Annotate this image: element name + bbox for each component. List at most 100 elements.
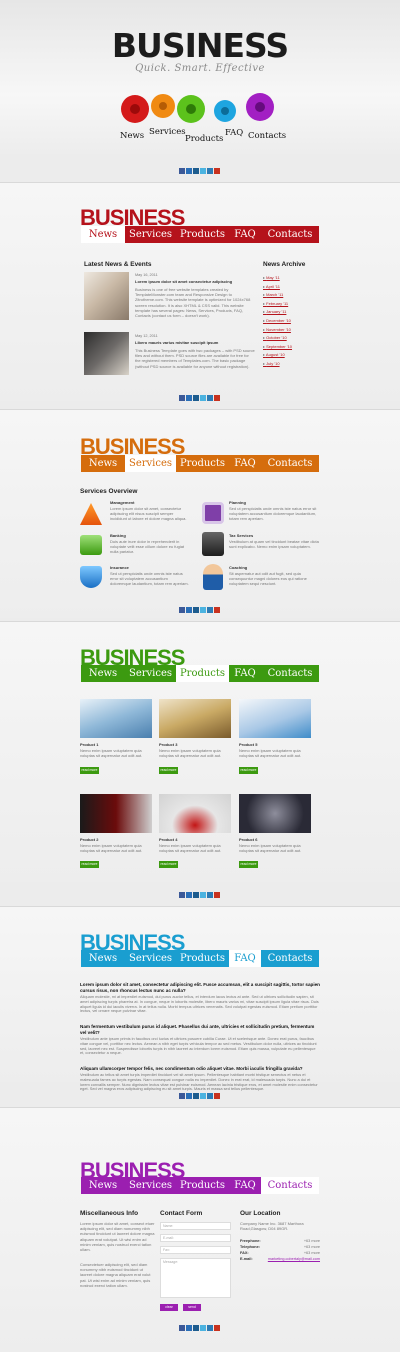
delicious-icon[interactable] — [186, 892, 192, 898]
nav-services[interactable]: Services — [125, 1177, 176, 1194]
nav-contacts[interactable]: Contacts — [261, 1177, 319, 1194]
twitter-icon[interactable] — [200, 607, 206, 613]
facebook-icon[interactable] — [179, 168, 185, 174]
delicious-icon[interactable] — [186, 1093, 192, 1099]
product-image-6[interactable] — [239, 794, 311, 833]
archive-item[interactable]: ▸ October '10 — [263, 335, 323, 344]
product-title-1[interactable]: Product 1 — [80, 742, 98, 747]
facebook-icon[interactable] — [179, 892, 185, 898]
archive-item[interactable]: ▸ November '10 — [263, 327, 323, 336]
twitter-icon[interactable] — [200, 892, 206, 898]
nav-contacts[interactable]: Contacts — [261, 226, 319, 243]
menu-services[interactable]: Services — [149, 127, 186, 137]
archive-item[interactable]: ▸ January '11 — [263, 309, 323, 318]
read-more-button-4[interactable]: read more — [159, 861, 178, 868]
nav-products[interactable]: Products — [176, 950, 229, 967]
archive-item[interactable]: ▸ April '11 — [263, 284, 323, 293]
youtube-icon[interactable] — [214, 395, 220, 401]
menu-news[interactable]: News — [120, 131, 144, 141]
archive-item[interactable]: ▸ March '11 — [263, 292, 323, 301]
read-more-button-5[interactable]: read more — [239, 767, 258, 774]
nav-faq[interactable]: FAQ — [229, 950, 261, 967]
product-title-5[interactable]: Product 5 — [239, 742, 257, 747]
delicious-icon[interactable] — [186, 1325, 192, 1331]
delicious-icon[interactable] — [186, 168, 192, 174]
archive-item[interactable]: ▸ September '10 — [263, 344, 323, 353]
nav-news[interactable]: News — [81, 950, 125, 967]
fax-input[interactable]: Fax: — [160, 1246, 231, 1254]
name-input[interactable]: Name: — [160, 1222, 231, 1230]
linkedin-icon[interactable] — [207, 395, 213, 401]
site-logo[interactable]: BUSINESS — [0, 28, 400, 64]
digg-icon[interactable] — [193, 1325, 199, 1331]
product-image-5[interactable] — [239, 699, 311, 738]
nav-faq[interactable]: FAQ — [229, 665, 261, 682]
product-image-4[interactable] — [159, 794, 231, 833]
archive-item[interactable]: ▸ February '11 — [263, 301, 323, 310]
news-title-1[interactable]: Lorem ipsum dolor sit amet consectetur a… — [135, 279, 255, 284]
nav-services[interactable]: Services — [125, 950, 176, 967]
facebook-icon[interactable] — [179, 607, 185, 613]
linkedin-icon[interactable] — [207, 892, 213, 898]
archive-item[interactable]: ▸ August '10 — [263, 352, 323, 361]
product-image-3[interactable] — [159, 699, 231, 738]
product-image-1[interactable] — [80, 699, 152, 738]
message-textarea[interactable]: Message: — [160, 1258, 231, 1298]
linkedin-icon[interactable] — [207, 607, 213, 613]
nav-contacts[interactable]: Contacts — [261, 950, 319, 967]
nav-services[interactable]: Services — [125, 455, 176, 472]
youtube-icon[interactable] — [214, 892, 220, 898]
youtube-icon[interactable] — [214, 1093, 220, 1099]
nav-services[interactable]: Services — [125, 226, 176, 243]
nav-news[interactable]: News — [81, 455, 125, 472]
archive-item[interactable]: ▸ December '10 — [263, 318, 323, 327]
clear-button[interactable]: clear — [160, 1304, 178, 1311]
facebook-icon[interactable] — [179, 1325, 185, 1331]
nav-faq[interactable]: FAQ — [229, 1177, 261, 1194]
digg-icon[interactable] — [193, 395, 199, 401]
read-more-button-1[interactable]: read more — [80, 767, 99, 774]
menu-products[interactable]: Products — [185, 134, 223, 144]
archive-item[interactable]: ▸ July '10 — [263, 361, 323, 370]
product-title-4[interactable]: Product 4 — [159, 837, 177, 842]
delicious-icon[interactable] — [186, 395, 192, 401]
nav-news[interactable]: News — [81, 665, 125, 682]
read-more-button-2[interactable]: read more — [80, 861, 99, 868]
facebook-icon[interactable] — [179, 395, 185, 401]
nav-faq[interactable]: FAQ — [229, 226, 261, 243]
twitter-icon[interactable] — [200, 168, 206, 174]
archive-item[interactable]: ▸ May '11 — [263, 275, 323, 284]
news-title-2[interactable]: Libero mauris varius mivitae suscipit ip… — [135, 340, 255, 345]
linkedin-icon[interactable] — [207, 168, 213, 174]
nav-products[interactable]: Products — [176, 226, 229, 243]
nav-contacts[interactable]: Contacts — [261, 665, 319, 682]
nav-contacts[interactable]: Contacts — [261, 455, 319, 472]
product-title-2[interactable]: Product 2 — [80, 837, 98, 842]
nav-news[interactable]: News — [81, 1177, 125, 1194]
youtube-icon[interactable] — [214, 1325, 220, 1331]
nav-services[interactable]: Services — [125, 665, 176, 682]
product-image-2[interactable] — [80, 794, 152, 833]
youtube-icon[interactable] — [214, 607, 220, 613]
nav-products[interactable]: Products — [176, 665, 229, 682]
product-title-6[interactable]: Product 6 — [239, 837, 257, 842]
email-link[interactable]: marketing.cobertaly@mail.com — [268, 1257, 320, 1261]
digg-icon[interactable] — [193, 168, 199, 174]
send-button[interactable]: send — [183, 1304, 201, 1311]
product-title-3[interactable]: Product 3 — [159, 742, 177, 747]
menu-faq[interactable]: FAQ — [225, 128, 243, 138]
read-more-button-3[interactable]: read more — [159, 767, 178, 774]
nav-products[interactable]: Products — [176, 455, 229, 472]
youtube-icon[interactable] — [214, 168, 220, 174]
digg-icon[interactable] — [193, 892, 199, 898]
twitter-icon[interactable] — [200, 1325, 206, 1331]
twitter-icon[interactable] — [200, 395, 206, 401]
twitter-icon[interactable] — [200, 1093, 206, 1099]
nav-faq[interactable]: FAQ — [229, 455, 261, 472]
menu-contacts[interactable]: Contacts — [248, 131, 286, 141]
nav-products[interactable]: Products — [176, 1177, 229, 1194]
email-input[interactable]: E-mail: — [160, 1234, 231, 1242]
linkedin-icon[interactable] — [207, 1093, 213, 1099]
digg-icon[interactable] — [193, 1093, 199, 1099]
nav-news[interactable]: News — [81, 226, 125, 243]
